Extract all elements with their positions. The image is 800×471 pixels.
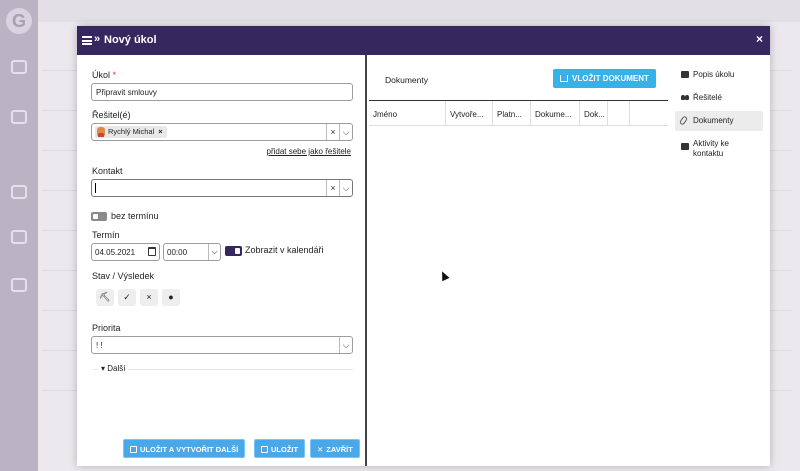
column-header[interactable]: Vytvoře... xyxy=(446,101,493,126)
priority-select[interactable]: ! ! ⌵ xyxy=(91,336,353,354)
nav-item-assignees[interactable]: Řešitelé xyxy=(675,88,763,108)
assignee-chip-label: Rychlý Michal xyxy=(108,127,155,136)
new-task-modal: » Nový úkol × Úkol * Připravit smlouvy Ř… xyxy=(77,26,770,466)
users-icon xyxy=(681,94,689,101)
logout-icon xyxy=(11,278,27,292)
nav-item-contact-activities[interactable]: Aktivity ke kontaktu xyxy=(675,134,763,164)
right-navigation: Popis úkolu Řešitelé Dokumenty Aktivity … xyxy=(675,65,763,167)
add-self-link[interactable]: přidat sebe jako řešitele xyxy=(267,147,352,156)
sidebar-item xyxy=(2,60,36,76)
sidebar-item xyxy=(2,185,36,201)
show-calendar-label: Zobrazit v kalendáři xyxy=(245,245,324,255)
sidebar-item xyxy=(2,278,36,294)
upload-icon xyxy=(560,75,569,82)
chip-remove-icon[interactable]: × xyxy=(158,126,162,138)
column-header[interactable]: Platn... xyxy=(493,101,531,126)
insert-document-button[interactable]: VLOŽIT DOKUMENT xyxy=(553,69,656,88)
show-calendar-switch[interactable] xyxy=(225,246,242,256)
no-deadline-toggle[interactable] xyxy=(91,212,107,221)
task-form: Úkol * Připravit smlouvy Řešitel(é) Rych… xyxy=(77,55,367,466)
assignee-chip: Rychlý Michal × xyxy=(95,126,167,138)
assignee-label: Řešitel(é) xyxy=(92,110,131,120)
divider xyxy=(93,369,353,370)
documents-panel: Dokumenty VLOŽIT DOKUMENT Jméno Vytvoře.… xyxy=(369,55,668,466)
users-icon xyxy=(11,230,27,244)
modal-title: Nový úkol xyxy=(104,34,157,46)
calendar-icon xyxy=(11,60,27,74)
chevron-down-icon[interactable]: ⌵ xyxy=(339,124,352,140)
double-chevron-icon: » xyxy=(94,33,101,45)
app-sidebar: G xyxy=(0,0,38,471)
chevron-down-icon[interactable]: ⌵ xyxy=(339,337,352,353)
task-name-input[interactable]: Připravit smlouvy xyxy=(91,83,353,101)
clear-icon[interactable]: × xyxy=(326,124,339,140)
chevron-down-icon[interactable]: ⌵ xyxy=(208,244,220,260)
close-icon[interactable]: × xyxy=(756,32,763,46)
save-icon xyxy=(130,446,137,453)
priority-label: Priorita xyxy=(92,323,121,333)
status-waiting-button[interactable]: ● xyxy=(162,289,180,306)
column-header[interactable]: Jméno xyxy=(369,101,446,126)
sidebar-item xyxy=(2,110,36,126)
book-icon xyxy=(681,71,689,78)
status-cancel-button[interactable]: × xyxy=(140,289,158,306)
background-header xyxy=(38,0,800,22)
status-done-button[interactable]: ✓ xyxy=(118,289,136,306)
task-label: Úkol * xyxy=(92,70,117,80)
contact-select[interactable]: × ⌵ xyxy=(91,179,353,197)
text-cursor xyxy=(95,183,96,193)
clear-icon[interactable]: × xyxy=(326,180,339,196)
note-icon xyxy=(681,143,689,150)
status-in-progress-button[interactable]: ⛏ xyxy=(96,289,114,306)
save-icon xyxy=(261,446,268,453)
sidebar-item xyxy=(2,230,36,246)
no-deadline-label: bez termínu xyxy=(111,211,159,221)
date-input[interactable]: 04.05.2021 xyxy=(91,243,160,261)
more-toggle[interactable]: ▾ Další xyxy=(98,364,129,373)
app-logo-icon: G xyxy=(6,8,32,34)
contact-label: Kontakt xyxy=(92,166,123,176)
column-header[interactable]: Dokume... xyxy=(531,101,580,126)
column-header xyxy=(608,101,630,126)
close-icon: ✕ xyxy=(317,445,324,454)
column-header[interactable]: Dok... xyxy=(580,101,608,126)
chevron-down-icon[interactable]: ⌵ xyxy=(339,180,352,196)
documents-title: Dokumenty xyxy=(385,75,428,85)
paperclip-icon xyxy=(678,115,689,126)
list-icon xyxy=(82,36,92,45)
assignee-select[interactable]: Rychlý Michal × × ⌵ xyxy=(91,123,353,141)
calendar-icon[interactable] xyxy=(148,247,156,256)
documents-table-header: Jméno Vytvoře... Platn... Dokume... Dok.… xyxy=(369,100,668,126)
nav-item-documents[interactable]: Dokumenty xyxy=(675,111,763,131)
nav-item-task-description[interactable]: Popis úkolu xyxy=(675,65,763,85)
calendar-icon xyxy=(11,110,27,124)
close-button[interactable]: ✕ ZAVŘÍT xyxy=(310,439,360,458)
modal-header: » Nový úkol × xyxy=(77,26,770,55)
time-input[interactable]: 00:00 ⌵ xyxy=(163,243,221,261)
save-and-new-button[interactable]: ULOŽIT A VYTVOŘIT DALŠÍ xyxy=(123,439,246,458)
save-button[interactable]: ULOŽIT xyxy=(254,439,306,458)
deadline-label: Termín xyxy=(92,230,120,240)
status-label: Stav / Výsledek xyxy=(92,271,155,281)
avatar xyxy=(97,127,105,137)
settings-icon xyxy=(11,185,27,199)
